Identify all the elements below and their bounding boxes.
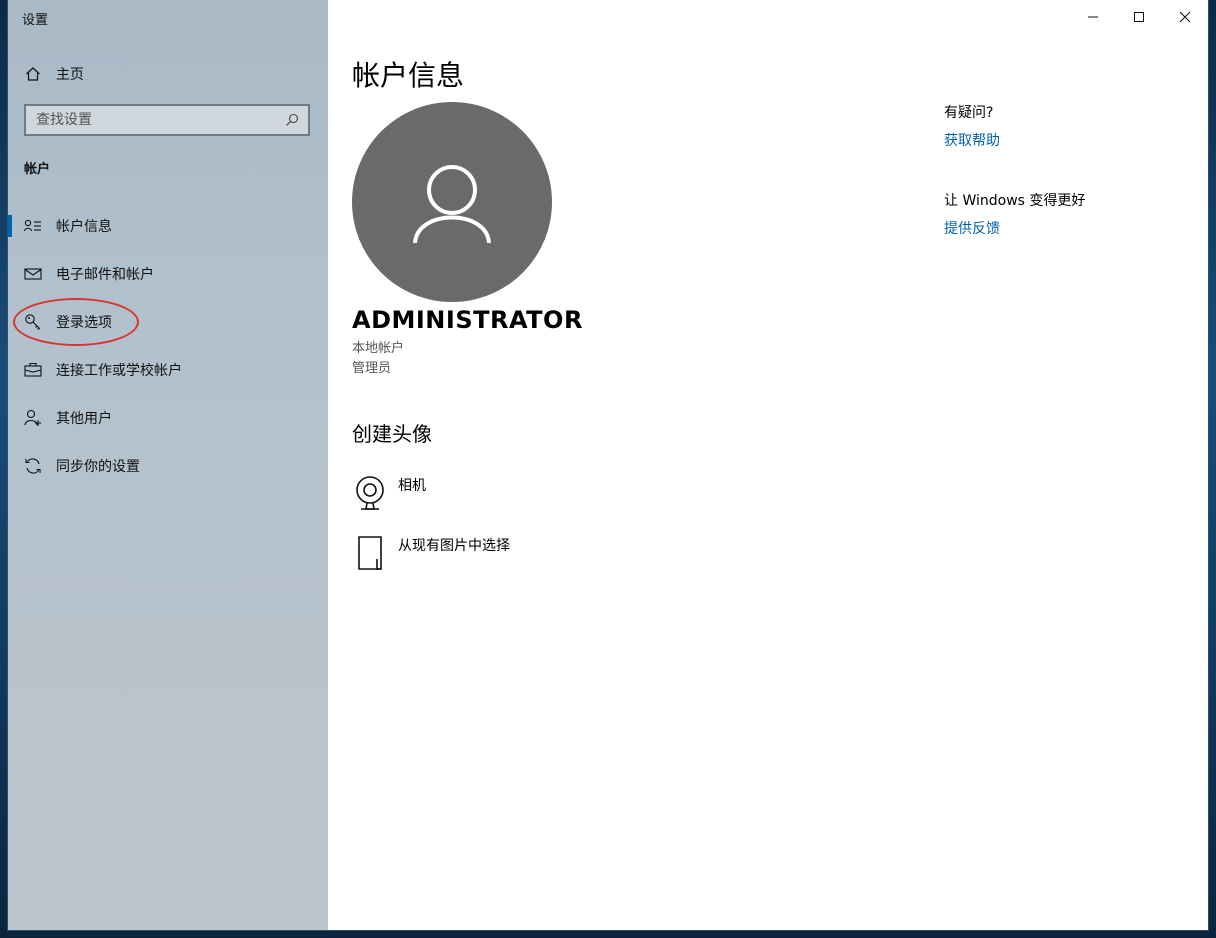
settings-window: 设置 主页 帐户 帐户信息 [8, 0, 1208, 930]
user-name: ADMINISTRATOR [352, 306, 583, 334]
sidebar: 设置 主页 帐户 帐户信息 [8, 0, 328, 930]
avatar [352, 102, 552, 302]
sync-icon [24, 457, 42, 475]
sidebar-item-work-school[interactable]: 连接工作或学校帐户 [8, 346, 328, 394]
search-box[interactable] [24, 104, 310, 136]
sidebar-item-label: 连接工作或学校帐户 [56, 363, 182, 379]
camera-option-label: 相机 [398, 478, 426, 494]
sidebar-nav: 帐户信息 电子邮件和帐户 登录选项 连接工作或学校帐户 其他用户 同步你的设置 [8, 202, 328, 490]
minimize-icon [1088, 16, 1098, 18]
search-input[interactable] [26, 106, 280, 134]
sidebar-item-label: 帐户信息 [56, 219, 112, 235]
sidebar-item-label: 登录选项 [56, 315, 112, 331]
main-content: 帐户信息 ADMINISTRATOR 本地帐户 管理员 创建头像 相机 从现有图… [328, 0, 1208, 930]
close-button[interactable] [1162, 0, 1208, 34]
choose-picture-option[interactable]: 从现有图片中选择 [354, 534, 510, 572]
app-title: 设置 [22, 13, 49, 28]
get-help-link[interactable]: 获取帮助 [944, 130, 1194, 150]
sidebar-item-sign-in-options[interactable]: 登录选项 [8, 298, 328, 346]
create-avatar-heading: 创建头像 [352, 422, 432, 446]
home-nav-item[interactable]: 主页 [24, 61, 314, 87]
sidebar-item-label: 电子邮件和帐户 [56, 267, 154, 283]
file-icon [354, 534, 386, 572]
give-feedback-link[interactable]: 提供反馈 [944, 218, 1194, 238]
account-info-icon [24, 217, 42, 235]
account-role: 管理员 [352, 361, 392, 376]
close-icon [1179, 11, 1191, 23]
camera-option[interactable]: 相机 [354, 474, 426, 512]
section-title: 帐户 [24, 162, 51, 177]
mail-icon [24, 265, 42, 283]
sidebar-item-email-accounts[interactable]: 电子邮件和帐户 [8, 250, 328, 298]
maximize-button[interactable] [1116, 0, 1162, 34]
account-type: 本地帐户 [352, 341, 405, 356]
help-heading: 有疑问? [944, 105, 994, 121]
feedback-heading: 让 Windows 变得更好 [944, 193, 1086, 209]
sidebar-item-account-info[interactable]: 帐户信息 [8, 202, 328, 250]
sidebar-item-other-users[interactable]: 其他用户 [8, 394, 328, 442]
choose-picture-label: 从现有图片中选择 [398, 538, 510, 554]
sidebar-item-sync-settings[interactable]: 同步你的设置 [8, 442, 328, 490]
briefcase-icon [24, 361, 42, 379]
key-icon [24, 313, 42, 331]
person-add-icon [24, 409, 42, 427]
webcam-icon [354, 474, 386, 512]
sidebar-item-label: 同步你的设置 [56, 459, 140, 475]
page-title: 帐户信息 [352, 59, 465, 92]
home-icon [24, 65, 42, 83]
related-panel: 有疑问? 获取帮助 让 Windows 变得更好 提供反馈 [944, 102, 1194, 238]
minimize-button[interactable] [1070, 0, 1116, 34]
maximize-icon [1134, 12, 1144, 22]
search-icon[interactable] [280, 108, 304, 132]
sidebar-item-label: 其他用户 [56, 411, 112, 427]
user-avatar-icon [413, 165, 491, 244]
home-label: 主页 [56, 67, 84, 83]
